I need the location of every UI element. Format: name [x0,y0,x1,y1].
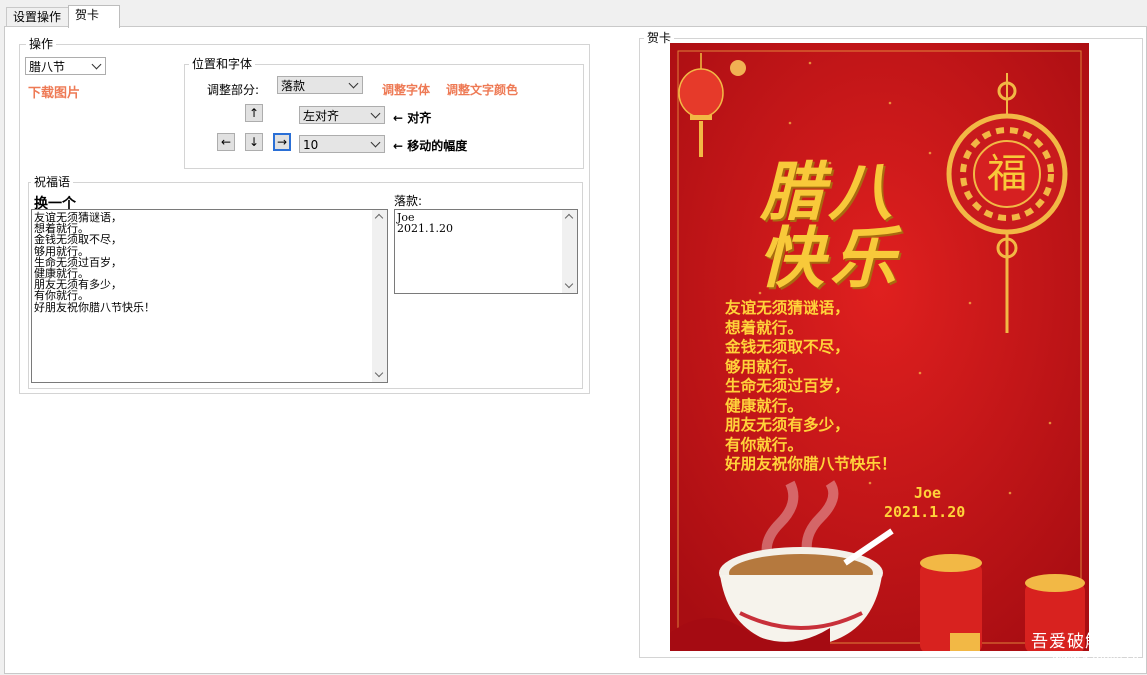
move-down-button[interactable]: ↓ [245,133,263,151]
step-note: ← 移动的幅度 [393,139,468,153]
chevron-down-icon [348,78,359,89]
move-right-button[interactable]: → [273,133,291,151]
signature-label: 落款: [394,194,423,208]
card-date: 2021.1.20 [884,503,966,521]
greeting-text: 友谊无须猜谜语， 想着就行。 金钱无须取不尽， 够用就行。 生命无须过百岁， 健… [34,211,155,314]
operations-group: 操作 腊八节 下载图片 位置和字体 调整部分: 落款 调整字体 调整文字颜色 ↑… [19,37,590,394]
operations-legend: 操作 [26,37,57,51]
align-note: ← 对齐 [393,111,432,125]
download-image-link[interactable]: 下载图片 [28,82,80,101]
scroll-down-icon[interactable] [564,279,574,289]
step-value: 10 [303,138,319,152]
chevron-down-icon [370,137,381,148]
move-up-button[interactable]: ↑ [245,104,263,122]
watermark-title: 吾爱破解论坛 [1031,632,1139,652]
signature-text: Joe 2021.1.20 [397,211,453,236]
watermark: 吾爱破解论坛 www.52pojie.cn [1031,632,1139,665]
fu-character: 福 [987,151,1027,197]
greeting-legend: 祝福语 [31,175,74,189]
adjust-color-link[interactable]: 调整文字颜色 [446,81,518,98]
position-font-group: 位置和字体 调整部分: 落款 调整字体 调整文字颜色 ↑ 左对齐 ← 对齐 ← … [184,57,584,169]
card-signer: Joe [914,484,942,502]
scroll-down-icon[interactable] [374,368,384,378]
move-left-button[interactable]: ← [217,133,235,151]
adjust-part-value: 落款 [281,79,306,93]
chevron-down-icon [91,59,102,70]
position-font-legend: 位置和字体 [189,57,256,71]
align-value: 左对齐 [303,109,340,123]
watermark-url: www.52pojie.cn [1052,652,1139,665]
card-poem: 友谊无须猜谜语， 想着就行。 金钱无须取不尽， 够用就行。 生命无须过百岁， 健… [725,298,897,473]
greeting-card-image: 腊八 快乐 福 友谊无须猜谜语， 想着就行。 金钱无须取不尽， 够用就行。 生命… [670,43,1089,651]
adjust-font-link[interactable]: 调整字体 [382,81,430,98]
greeting-scrollbar[interactable] [372,210,387,382]
greeting-group: 祝福语 换一个 友谊无须猜谜语， 想着就行。 金钱无须取不尽， 够用就行。 生命… [28,175,583,389]
tab-card[interactable]: 贺卡 [68,5,120,28]
chevron-down-icon [370,108,381,119]
align-select[interactable]: 左对齐 [299,106,385,124]
card-title-line2: 快乐 [758,219,902,297]
adjust-part-label: 调整部分: [207,83,260,97]
adjust-part-select[interactable]: 落款 [277,76,363,94]
sky-lantern-icon [730,60,746,76]
festival-select-value: 腊八节 [29,60,66,74]
scroll-up-icon[interactable] [564,213,574,223]
festival-select[interactable]: 腊八节 [25,57,106,75]
card-title-line1: 腊八 [760,155,896,230]
greeting-textarea[interactable]: 友谊无须猜谜语， 想着就行。 金钱无须取不尽， 够用就行。 生命无须过百岁， 健… [31,209,388,383]
signature-textarea[interactable]: Joe 2021.1.20 [394,209,578,294]
scroll-up-icon[interactable] [374,213,384,223]
step-select[interactable]: 10 [299,135,385,153]
signature-scrollbar[interactable] [562,210,577,293]
